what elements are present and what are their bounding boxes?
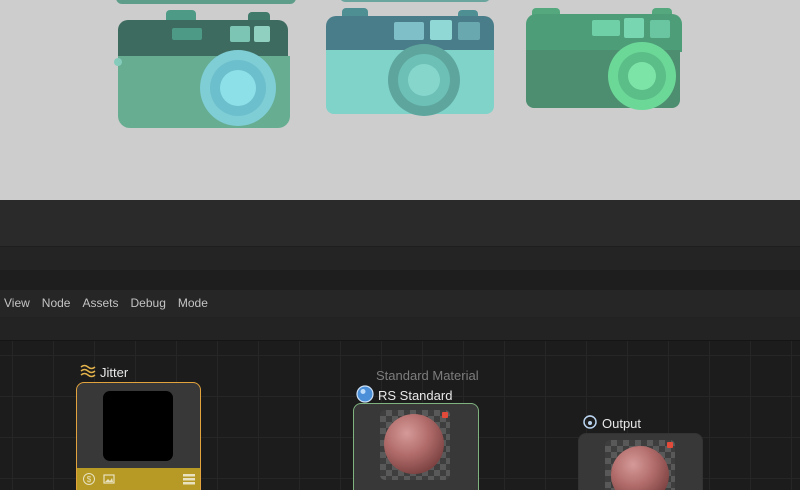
output-node-title[interactable]: Output bbox=[582, 414, 641, 433]
panel-header-strip bbox=[0, 270, 800, 290]
material-sphere bbox=[384, 414, 444, 474]
camera-model-top-left bbox=[116, 0, 296, 6]
camera-model-right bbox=[520, 4, 690, 116]
jitter-node-footer: $ bbox=[77, 468, 200, 490]
menu-view[interactable]: View bbox=[4, 290, 30, 317]
image-icon[interactable] bbox=[103, 473, 115, 485]
jitter-preview bbox=[103, 391, 173, 461]
menu-mode[interactable]: Mode bbox=[178, 290, 208, 317]
menu-icon[interactable] bbox=[183, 473, 195, 485]
camera-model-left bbox=[114, 10, 298, 130]
menu-node[interactable]: Node bbox=[42, 290, 71, 317]
output-preview bbox=[605, 440, 675, 490]
material-preview bbox=[380, 410, 450, 480]
jitter-title-label: Jitter bbox=[100, 365, 129, 380]
jitter-node[interactable]: $ bbox=[76, 382, 201, 490]
output-node[interactable] bbox=[578, 433, 703, 490]
jitter-node-title[interactable]: Jitter bbox=[80, 364, 128, 381]
timeline-strip[interactable] bbox=[0, 246, 800, 270]
waves-icon bbox=[80, 364, 96, 381]
output-title-label: Output bbox=[602, 416, 642, 431]
menu-assets[interactable]: Assets bbox=[82, 290, 118, 317]
node-editor-menubar: View Node Assets Debug Mode bbox=[0, 290, 800, 317]
rs-standard-node[interactable] bbox=[353, 403, 479, 490]
3d-viewport[interactable] bbox=[0, 0, 800, 200]
node-canvas[interactable]: Jitter $ Standard Material RS Standard O… bbox=[0, 341, 800, 490]
output-sphere bbox=[611, 446, 669, 490]
output-icon bbox=[582, 414, 598, 433]
panel-divider bbox=[0, 200, 800, 246]
node-editor-toolbar bbox=[0, 317, 800, 341]
rs-standard-title-label: RS Standard bbox=[378, 388, 453, 403]
menu-debug[interactable]: Debug bbox=[131, 290, 166, 317]
preview-indicator bbox=[442, 412, 448, 418]
rs-standard-subtitle: Standard Material bbox=[376, 368, 479, 383]
output-indicator bbox=[667, 442, 673, 448]
camera-model-center bbox=[322, 6, 498, 118]
coin-icon[interactable]: $ bbox=[83, 473, 95, 485]
